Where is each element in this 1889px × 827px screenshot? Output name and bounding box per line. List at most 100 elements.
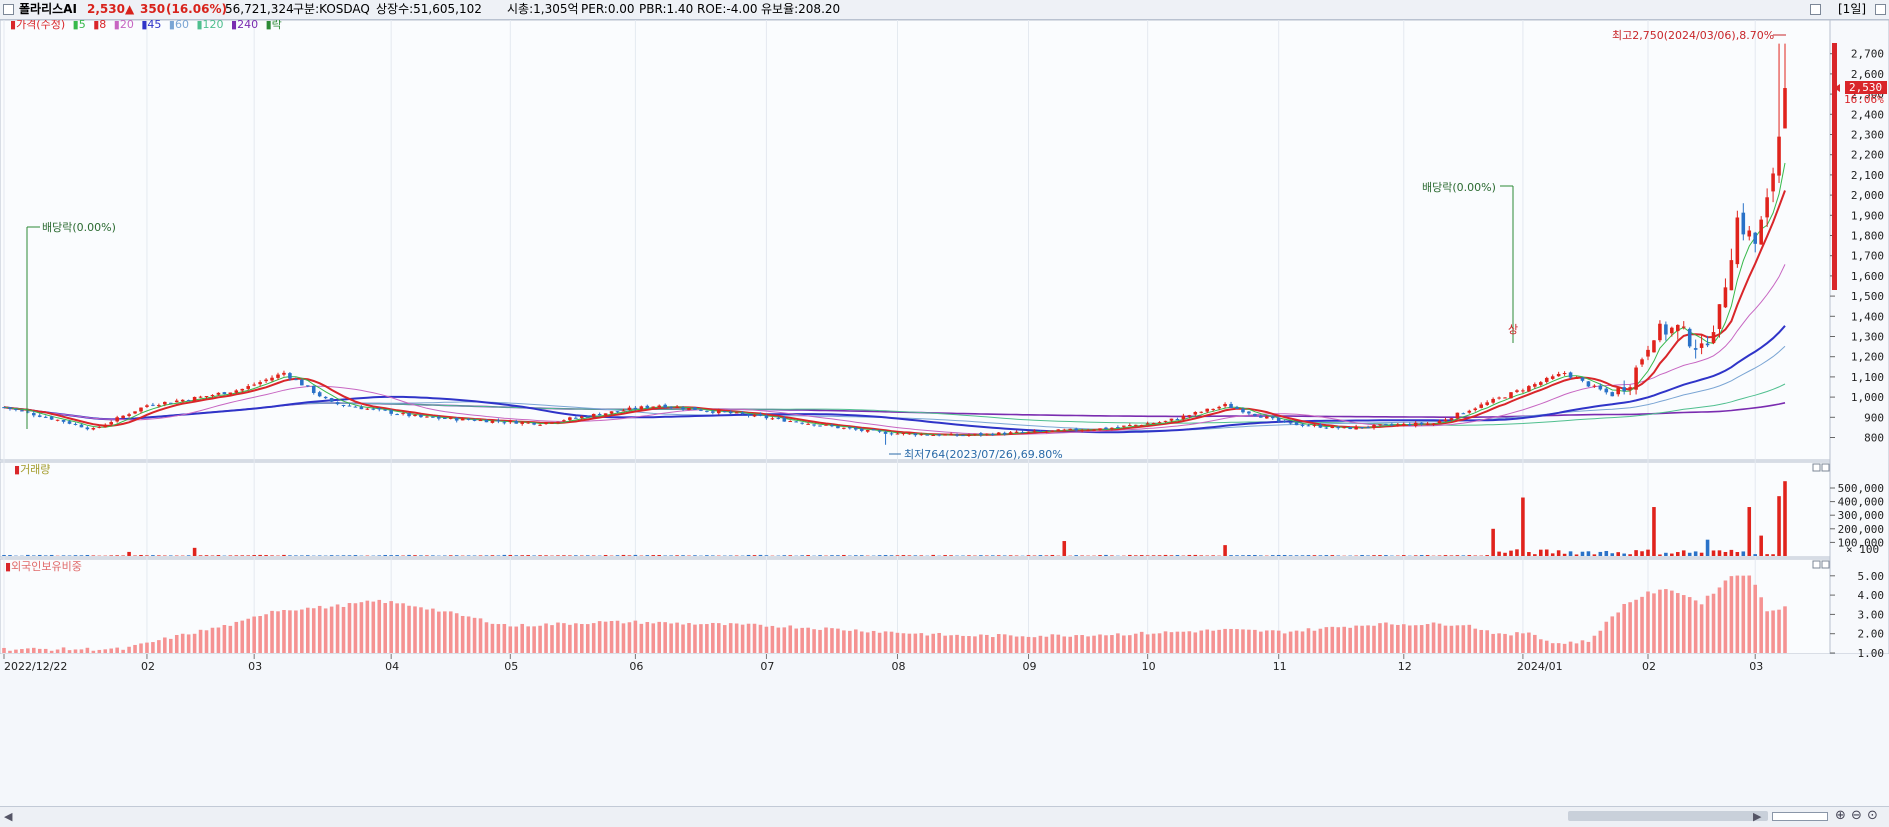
foreign-ratio-bar — [1384, 623, 1388, 653]
foreign-ratio-bar — [610, 621, 614, 653]
x-axis-area — [0, 654, 1889, 806]
candle-body — [526, 422, 530, 423]
candle-body — [1122, 426, 1126, 427]
foreign-ratio-bar — [318, 606, 322, 653]
volume-bar — [1414, 555, 1418, 556]
volume-bar — [336, 555, 340, 556]
zoom-reset-icon[interactable]: ⊙ — [1867, 808, 1878, 823]
foreign-ratio-bar — [1062, 636, 1066, 653]
volume-bar — [908, 555, 912, 556]
candle-body — [217, 393, 221, 395]
candle-body — [1098, 428, 1102, 430]
stock-name[interactable]: 폴라리스AI — [19, 0, 77, 19]
candle-body — [252, 385, 256, 386]
candle-body — [199, 397, 203, 398]
current-change-label: 16.06% — [1844, 93, 1884, 106]
volume-bar — [1753, 554, 1757, 556]
header-close-icon[interactable] — [1875, 4, 1886, 15]
scroll-left-icon[interactable]: ◀ — [4, 810, 12, 823]
foreign-ratio-bar — [1021, 636, 1025, 653]
volume-bar — [1134, 555, 1138, 556]
candle-body — [413, 415, 417, 416]
volume-bar — [1700, 553, 1704, 556]
foreign-ratio-bar — [914, 634, 918, 653]
candle-body — [425, 417, 429, 418]
foreign-ratio-bar — [1462, 625, 1466, 653]
volume-bar — [1450, 555, 1454, 556]
foreign-ratio-bar — [884, 631, 888, 653]
volume-bar — [8, 555, 12, 556]
svg-text:▮가격(수정) ▮5 ▮8: ▮가격(수정) ▮5 ▮8 ▮20 ▮45 ▮60 ▮120 ▮240 ▮락 — [10, 20, 282, 31]
chart-canvas[interactable]: 2,7002,6002,5002,4002,3002,2002,1002,000… — [0, 20, 1889, 806]
volume-bar — [628, 555, 632, 556]
volume-bar — [109, 555, 113, 556]
legend-ex-div: 락 — [272, 20, 282, 31]
foreign-ratio-bar — [1539, 639, 1543, 653]
volume-panel-close-icon[interactable] — [1822, 464, 1829, 471]
candle-body — [1682, 327, 1686, 328]
zoom-in-icon[interactable]: ⊕ — [1835, 808, 1846, 823]
candle-body — [1462, 413, 1466, 414]
candle-body — [1039, 431, 1043, 432]
volume-bar — [26, 555, 30, 556]
window-menu-icon[interactable] — [3, 4, 14, 15]
price-tick-label: 2,000 — [1851, 189, 1884, 202]
zoom-slider[interactable] — [1772, 812, 1828, 821]
candle-body — [1152, 423, 1156, 424]
candle-body — [264, 380, 268, 382]
date-label: 04 — [385, 660, 399, 673]
foreign-ratio-bar — [366, 601, 370, 653]
candle-body — [1468, 411, 1472, 413]
candle-body — [181, 400, 185, 402]
date-label: 03 — [1749, 660, 1763, 673]
candle-body — [997, 433, 1001, 436]
candle-body — [824, 425, 828, 426]
header-option-icon[interactable] — [1810, 4, 1821, 15]
candle-body — [842, 428, 846, 429]
date-label: 07 — [760, 660, 774, 673]
period-selector[interactable]: [1일] — [1838, 0, 1866, 19]
volume-bar — [902, 555, 906, 556]
foreign-ratio-bar — [747, 624, 751, 653]
scrollbar-thumb[interactable] — [1568, 811, 1768, 821]
foreign-ratio-bar — [1581, 640, 1585, 653]
candle-body — [324, 397, 328, 398]
price-tick-label: 2,100 — [1851, 169, 1884, 182]
zoom-out-icon[interactable]: ⊖ — [1851, 808, 1862, 823]
scroll-right-icon[interactable]: ▶ — [1753, 810, 1761, 823]
candle-body — [205, 396, 209, 397]
foreign-ratio-bar — [1182, 632, 1186, 653]
volume-bar — [1599, 552, 1603, 556]
foreign-ratio-bar — [1128, 635, 1132, 653]
candle-body — [497, 420, 501, 421]
foreign-ratio-bar — [109, 649, 113, 653]
foreign-ratio-bar — [1569, 642, 1573, 653]
candle-body — [872, 429, 876, 430]
candle-body — [890, 433, 894, 434]
volume-bar — [1491, 529, 1495, 556]
foreign-ratio-bar — [598, 621, 602, 653]
candle-body — [663, 405, 667, 408]
volume-bar — [1545, 549, 1549, 556]
volume-bar — [1563, 554, 1567, 556]
foreign-ratio-bar — [1545, 641, 1549, 653]
volume-bar — [556, 555, 560, 556]
foreign-panel-option-icon[interactable] — [1813, 561, 1820, 568]
horizontal-scrollbar[interactable]: ◀ ▶ ⊕ ⊖ ⊙ — [0, 806, 1889, 827]
volume-bar — [419, 555, 423, 556]
candle-body — [1170, 419, 1174, 421]
foreign-ratio-bar — [771, 626, 775, 653]
foreign-ratio-bar — [955, 635, 959, 653]
volume-panel-option-icon[interactable] — [1813, 464, 1820, 471]
candle-body — [556, 422, 560, 423]
foreign-ratio-bar — [1610, 616, 1614, 653]
volume-bar — [1658, 554, 1662, 556]
foreign-ratio-bar — [431, 609, 435, 653]
volume-bar — [1331, 555, 1335, 556]
volume-bar — [914, 555, 918, 556]
volume-bar — [675, 555, 679, 556]
candle-body — [455, 418, 459, 421]
candle-body — [62, 420, 66, 422]
foreign-ratio-bar — [276, 611, 280, 653]
foreign-panel-close-icon[interactable] — [1822, 561, 1829, 568]
